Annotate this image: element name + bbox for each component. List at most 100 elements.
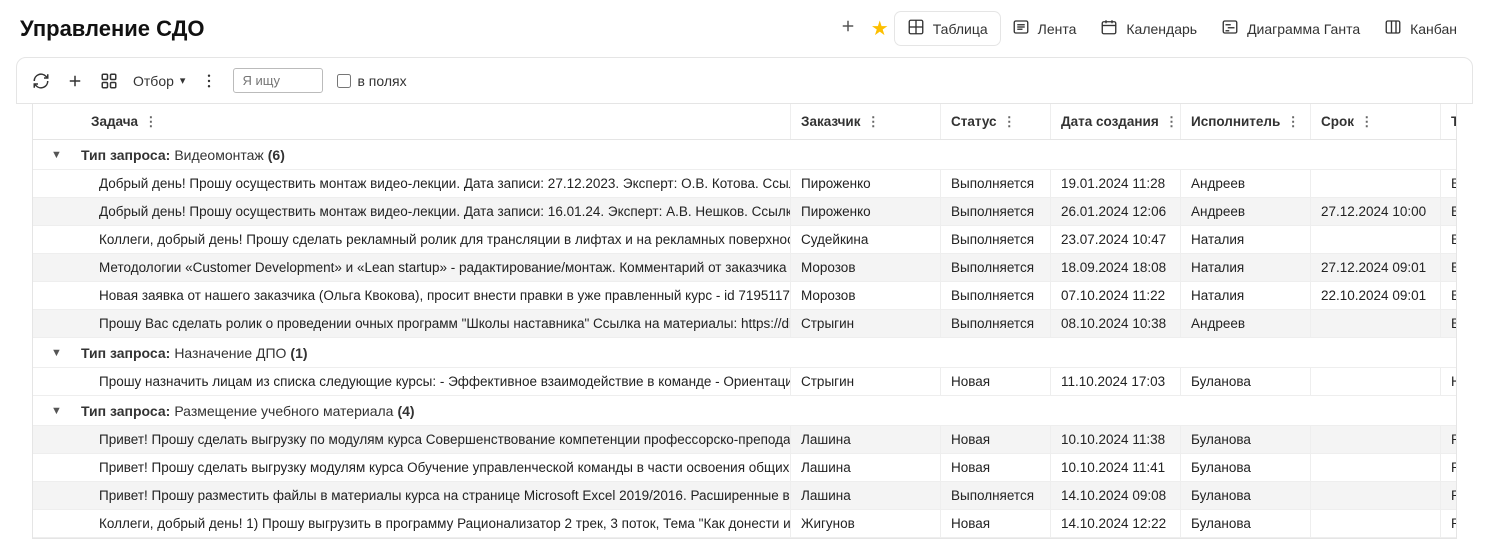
view-switcher: ★ Таблица Лента Календарь Диаграмма Ганта Ка… (831, 12, 1469, 45)
toolbar-more-button[interactable] (199, 71, 219, 91)
column-header-assignee[interactable]: Исполнитель ⋮ (1181, 104, 1311, 139)
add-button[interactable] (831, 13, 865, 45)
cell-task: Коллеги, добрый день! Прошу сделать рекл… (81, 226, 791, 253)
view-label: Канбан (1410, 21, 1457, 37)
table-row[interactable]: Привет! Прошу сделать выгрузку модулям к… (33, 454, 1456, 482)
cell-customer: Лашина (791, 426, 941, 453)
apps-button[interactable] (99, 71, 119, 91)
cell-type: Видеомонтаж (1441, 282, 1457, 309)
view-feed-button[interactable]: Лента (1000, 12, 1089, 45)
column-menu-icon[interactable]: ⋮ (144, 114, 158, 130)
view-label: Таблица (933, 21, 988, 37)
table-row[interactable]: Методологии «Customer Development» и «Le… (33, 254, 1456, 282)
row-handle (33, 310, 81, 337)
group-count: (6) (268, 147, 285, 163)
view-label: Лента (1038, 21, 1077, 37)
refresh-button[interactable] (31, 71, 51, 91)
table-row[interactable]: Привет! Прошу сделать выгрузку по модуля… (33, 426, 1456, 454)
cell-assignee: Андреев (1181, 198, 1311, 225)
column-header-created[interactable]: Дата создания ⋮ (1051, 104, 1181, 139)
favorite-star-icon[interactable]: ★ (871, 16, 889, 41)
cell-type: Размещение учеб (1441, 510, 1457, 537)
column-header-type[interactable]: Тип запроса ⋮ (1441, 104, 1457, 139)
group-key: Тип запроса: (81, 147, 170, 163)
column-menu-icon[interactable]: ⋮ (1360, 114, 1374, 130)
grid-icon (907, 18, 925, 39)
checkbox-input[interactable] (337, 74, 351, 88)
cell-assignee: Наталия (1181, 254, 1311, 281)
search-in-fields-checkbox[interactable]: в полях (337, 73, 406, 89)
table-row[interactable]: Добрый день! Прошу осуществить монтаж ви… (33, 170, 1456, 198)
row-handle (33, 426, 81, 453)
cell-status: Новая (941, 368, 1051, 395)
cell-task: Коллеги, добрый день! 1) Прошу выгрузить… (81, 510, 791, 537)
filter-dropdown[interactable]: Отбор ▾ (133, 73, 185, 89)
add-row-button[interactable] (65, 71, 85, 91)
search-input[interactable] (233, 68, 323, 93)
column-header-task[interactable]: Задача ⋮ (81, 104, 791, 139)
column-menu-icon[interactable]: ⋮ (866, 114, 880, 130)
table-row[interactable]: Новая заявка от нашего заказчика (Ольга … (33, 282, 1456, 310)
view-gantt-button[interactable]: Диаграмма Ганта (1209, 12, 1372, 45)
cell-type: Размещение учеб (1441, 426, 1457, 453)
row-handle (33, 226, 81, 253)
cell-type: Назначение ДПО (1441, 368, 1457, 395)
cell-created: 14.10.2024 12:22 (1051, 510, 1181, 537)
group-value: Размещение учебного материала (174, 403, 393, 419)
view-kanban-button[interactable]: Канбан (1372, 12, 1469, 45)
cell-type: Видеомонтаж (1441, 254, 1457, 281)
cell-status: Новая (941, 454, 1051, 481)
table-row[interactable]: Прошу назначить лицам из списка следующи… (33, 368, 1456, 396)
cell-customer: Судейкина (791, 226, 941, 253)
table-row[interactable]: Коллеги, добрый день! 1) Прошу выгрузить… (33, 510, 1456, 538)
cell-customer: Морозов (791, 282, 941, 309)
cell-assignee: Наталия (1181, 226, 1311, 253)
cell-customer: Пироженко (791, 170, 941, 197)
column-menu-icon[interactable]: ⋮ (1165, 114, 1179, 130)
cell-task: Новая заявка от нашего заказчика (Ольга … (81, 282, 791, 309)
group-header[interactable]: ▼Тип запроса: Размещение учебного матери… (33, 396, 1456, 426)
group-header[interactable]: ▼Тип запроса: Видеомонтаж (6) (33, 140, 1456, 170)
chevron-down-icon: ▼ (51, 347, 62, 359)
view-table-button[interactable]: Таблица (895, 12, 1000, 45)
plus-icon (66, 72, 84, 90)
cell-type: Видеомонтаж (1441, 310, 1457, 337)
cell-deadline (1311, 170, 1441, 197)
cell-assignee: Буланова (1181, 454, 1311, 481)
cell-deadline (1311, 426, 1441, 453)
row-handle (33, 368, 81, 395)
cell-type: Размещение учеб (1441, 482, 1457, 509)
calendar-icon (1100, 18, 1118, 39)
table-row[interactable]: Добрый день! Прошу осуществить монтаж ви… (33, 198, 1456, 226)
toolbar: Отбор ▾ в полях (16, 57, 1473, 104)
page-title: Управление СДО (20, 16, 205, 42)
table-row[interactable]: Коллеги, добрый день! Прошу сделать рекл… (33, 226, 1456, 254)
cell-customer: Стрыгин (791, 310, 941, 337)
column-menu-icon[interactable]: ⋮ (1286, 114, 1300, 130)
cell-task: Прошу Вас сделать ролик о проведении очн… (81, 310, 791, 337)
cell-status: Новая (941, 426, 1051, 453)
view-calendar-button[interactable]: Календарь (1088, 12, 1209, 45)
cell-status: Выполняется (941, 170, 1051, 197)
cell-customer: Лашина (791, 454, 941, 481)
view-label: Календарь (1126, 21, 1197, 37)
cell-deadline (1311, 226, 1441, 253)
cell-deadline: 27.12.2024 10:00 (1311, 198, 1441, 225)
column-header-deadline[interactable]: Срок ⋮ (1311, 104, 1441, 139)
cell-status: Выполняется (941, 482, 1051, 509)
column-header-customer[interactable]: Заказчик ⋮ (791, 104, 941, 139)
column-header-status[interactable]: Статус ⋮ (941, 104, 1051, 139)
cell-created: 10.10.2024 11:41 (1051, 454, 1181, 481)
cell-assignee: Буланова (1181, 482, 1311, 509)
table-row[interactable]: Привет! Прошу разместить файлы в материа… (33, 482, 1456, 510)
group-header[interactable]: ▼Тип запроса: Назначение ДПО (1) (33, 338, 1456, 368)
table-row[interactable]: Прошу Вас сделать ролик о проведении очн… (33, 310, 1456, 338)
column-menu-icon[interactable]: ⋮ (1003, 114, 1017, 130)
cell-status: Новая (941, 510, 1051, 537)
cell-created: 18.09.2024 18:08 (1051, 254, 1181, 281)
cell-deadline: 22.10.2024 09:01 (1311, 282, 1441, 309)
gantt-icon (1221, 18, 1239, 39)
cell-type: Размещение учеб (1441, 454, 1457, 481)
cell-created: 10.10.2024 11:38 (1051, 426, 1181, 453)
cell-created: 19.01.2024 11:28 (1051, 170, 1181, 197)
